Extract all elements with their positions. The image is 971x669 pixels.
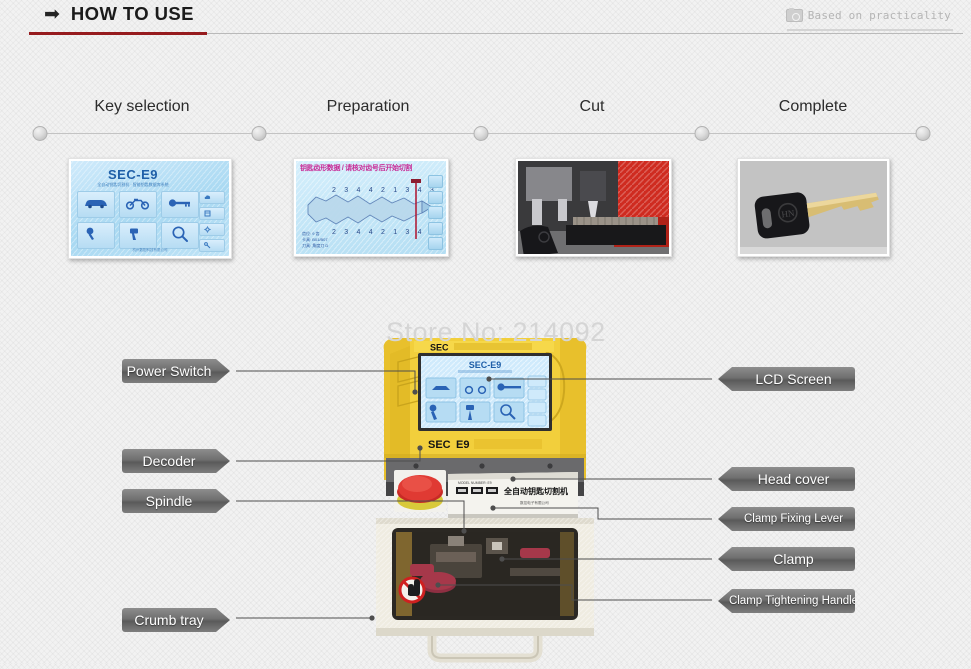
callout-power-switch[interactable]: Power Switch [122, 359, 230, 383]
callout-decoder[interactable]: Decoder [122, 449, 230, 473]
zoom-icon[interactable] [428, 175, 443, 188]
callout-clamp-tightening-handle[interactable]: Clamp Tightening Handle [718, 589, 855, 613]
step-dot-3 [473, 126, 489, 141]
tile-key-flat[interactable] [77, 222, 115, 249]
lcd-footer: 杭州数配科技有限公司 [132, 248, 168, 252]
svg-text:SEC: SEC [428, 439, 451, 451]
code-bottom: 2 3 4 4 2 1 3 4 3 [332, 229, 437, 236]
lcd-tile-grid [77, 191, 199, 249]
callout-clamp[interactable]: Clamp [718, 547, 855, 571]
callout-crumb-tray[interactable]: Crumb tray [122, 608, 230, 632]
tile-motorcycle[interactable] [119, 191, 157, 218]
step-dot-4 [694, 126, 710, 141]
cut-photo [518, 161, 669, 254]
lcd-subtitle: 全自动钥匙切割机 · 智能钥匙数据库系统 [97, 182, 169, 187]
code-top: 2 3 4 4 2 1 3 4 3 [332, 187, 437, 194]
tile-car[interactable] [77, 191, 115, 218]
lcd-side-buttons [199, 191, 225, 252]
lcd-title: SEC-E9 [108, 167, 158, 182]
callout-head-cover[interactable]: Head cover [718, 467, 855, 491]
svg-text:E9: E9 [456, 439, 469, 451]
svg-text:HN: HN [781, 208, 796, 220]
callout-label: Clamp [773, 551, 814, 567]
edit-icon[interactable] [428, 190, 443, 204]
step-dot-2 [251, 126, 267, 141]
thumbnail-cut[interactable] [515, 158, 672, 257]
svg-text:SEC: SEC [430, 343, 449, 353]
step-label-key-selection: Key selection [94, 98, 190, 115]
user-icon[interactable] [428, 206, 443, 219]
preparation-side-buttons [428, 175, 443, 250]
callout-label: Power Switch [126, 363, 212, 379]
step-dot-5 [915, 126, 931, 141]
svg-text:MODEL NUMBER: E9: MODEL NUMBER: E9 [458, 481, 492, 485]
svg-text:数控电子有限公司: 数控电子有限公司 [520, 500, 549, 505]
database-icon[interactable] [199, 207, 225, 220]
tile-key-blade[interactable] [119, 222, 157, 249]
thumbnail-preparation[interactable]: 钥匙齿形数据 / 请核对齿号后开始切割 2 3 4 4 2 1 3 4 3 2 … [293, 158, 449, 257]
settings-icon[interactable] [199, 223, 225, 236]
step-label-cut: Cut [579, 98, 605, 115]
callout-label: Clamp Tightening Handle [728, 595, 859, 607]
finished-key-photo: HN [740, 161, 887, 254]
callout-label: Crumb tray [134, 612, 204, 628]
save-icon[interactable] [428, 221, 443, 235]
tile-search[interactable] [161, 222, 199, 249]
preparation-info: 齿位: 9 齿 卡具: B01/B07 刀具: 角度刀 D [302, 231, 328, 249]
cloud-icon[interactable] [199, 191, 225, 204]
callout-spindle[interactable]: Spindle [122, 489, 230, 513]
callout-label: Clamp Fixing Lever [743, 513, 844, 525]
step-dot-1 [32, 126, 48, 141]
run-icon[interactable] [428, 237, 443, 250]
callout-label: LCD Screen [755, 371, 832, 387]
callout-label: Head cover [757, 471, 830, 487]
thumbnail-key-selection[interactable]: SEC-E9 全自动钥匙切割机 · 智能钥匙数据库系统 杭州数配科技有限公司 [68, 158, 232, 259]
callout-label: Spindle [145, 493, 193, 509]
thumbnail-complete[interactable]: HN [737, 158, 890, 257]
callout-lcd-screen[interactable]: LCD Screen [718, 367, 855, 391]
step-label-preparation: Preparation [326, 98, 410, 115]
machine-illustration: SEC SEC-E9 SEC E9 MODEL NUMBER: E9 全自动钥匙… [370, 332, 600, 664]
svg-text:SEC-E9: SEC-E9 [469, 360, 502, 370]
callout-clamp-fixing-lever[interactable]: Clamp Fixing Lever [718, 507, 855, 531]
step-label-complete: Complete [778, 98, 848, 115]
tile-key[interactable] [161, 191, 199, 218]
callout-label: Decoder [142, 453, 196, 469]
step-timeline: Key selection Preparation Cut Complete S… [0, 0, 971, 270]
info-line-3: 刀具: 角度刀 D [302, 243, 329, 248]
svg-text:全自动钥匙切割机: 全自动钥匙切割机 [503, 486, 568, 496]
